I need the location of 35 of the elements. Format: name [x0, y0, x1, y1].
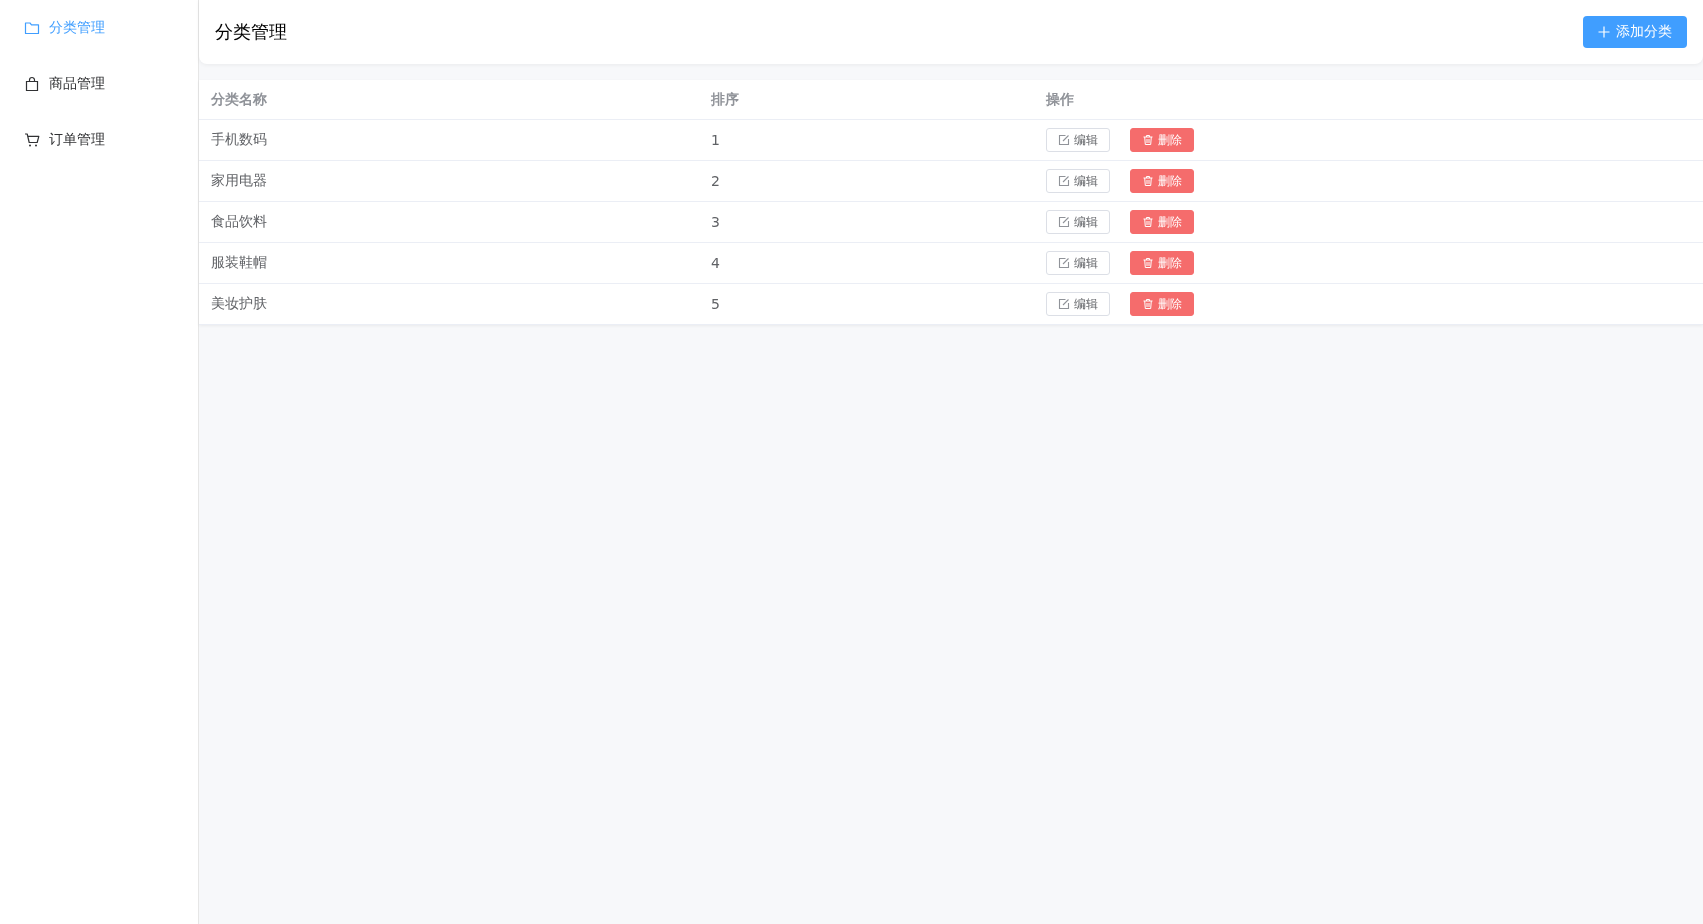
edit-icon — [1058, 134, 1070, 146]
edit-icon — [1058, 175, 1070, 187]
edit-button[interactable]: 编辑 — [1046, 210, 1110, 234]
table-cell-text: 5 — [710, 295, 721, 314]
page-title: 分类管理 — [215, 20, 287, 44]
edit-button[interactable]: 编辑 — [1046, 251, 1110, 275]
edit-button[interactable]: 编辑 — [1046, 169, 1110, 193]
folder-icon — [24, 20, 40, 36]
table-cell-text: 3 — [710, 213, 721, 232]
sidebar-item[interactable]: 订单管理 — [0, 112, 198, 168]
sidebar-item[interactable]: 商品管理 — [0, 56, 198, 112]
trash-icon — [1142, 134, 1154, 146]
edit-icon — [1058, 298, 1070, 310]
column-header: 排序 — [710, 89, 740, 109]
shopping-bag-icon — [24, 76, 40, 92]
edit-button[interactable]: 编辑 — [1046, 292, 1110, 316]
column-header: 分类名称 — [210, 89, 268, 109]
table-cell-text: 手机数码 — [210, 130, 268, 149]
cart-icon — [24, 132, 40, 148]
column-header: 操作 — [1045, 89, 1075, 109]
edit-button[interactable]: 编辑 — [1046, 128, 1110, 152]
table-cell-text: 美妆护肤 — [210, 294, 268, 313]
table-cell-text: 2 — [710, 172, 721, 191]
table-cell-text: 家用电器 — [210, 171, 268, 190]
trash-icon — [1142, 257, 1154, 269]
table-cell-text: 4 — [710, 254, 721, 273]
table-cell-text: 1 — [710, 131, 721, 150]
edit-icon — [1058, 257, 1070, 269]
trash-icon — [1142, 298, 1154, 310]
table-cell-text: 服装鞋帽 — [210, 253, 268, 272]
plus-icon — [1598, 26, 1610, 38]
trash-icon — [1142, 216, 1154, 228]
trash-icon — [1142, 175, 1154, 187]
table-cell-text: 食品饮料 — [210, 212, 268, 231]
edit-icon — [1058, 216, 1070, 228]
